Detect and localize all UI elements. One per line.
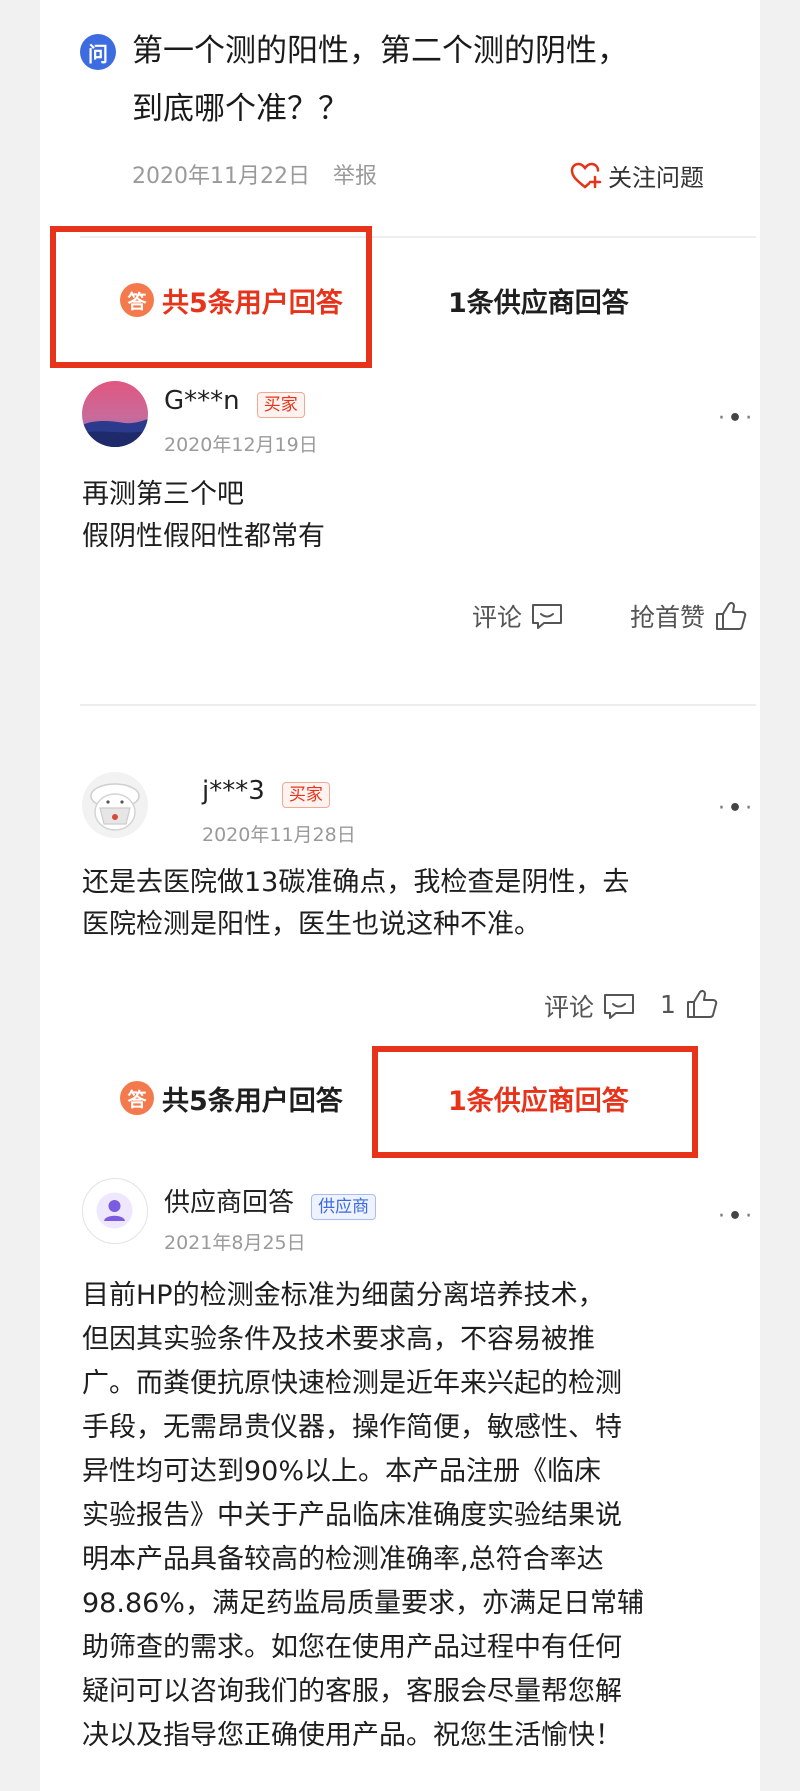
question-meta: 2020年11月22日 举报: [132, 158, 377, 190]
question-date: 2020年11月22日: [132, 164, 310, 189]
answer-line: 医院检测是阳性，医生也说这种不准。: [82, 909, 541, 940]
answer-body: 还是去医院做13碳准确点，我检查是阴性，去 医院检测是阳性，医生也说这种不准。: [82, 862, 732, 946]
thumbs-up-icon: [686, 989, 718, 1018]
masked-face-avatar-icon: [82, 772, 148, 838]
divider: [80, 704, 756, 706]
tab-supplier-answers-label: 1条供应商回答: [448, 287, 629, 319]
avatar[interactable]: [82, 381, 148, 447]
supplier-answer-body: 目前HP的检测金标准为细菌分离培养技术， 但因其实验条件及技术要求高，不容易被推…: [82, 1274, 742, 1758]
user-name[interactable]: j***3: [202, 776, 265, 806]
supplier-line: 异性均可达到90%以上。本产品注册《临床: [82, 1456, 602, 1487]
supplier-line: 决以及指导您正确使用产品。祝您生活愉快！: [82, 1720, 622, 1751]
highlight-box-user-answers: [50, 226, 372, 368]
supplier-line: 目前HP的检测金标准为细菌分离培养技术，: [82, 1280, 605, 1311]
supplier-line: 98.86%，满足药监局质量要求，亦满足日常辅: [82, 1588, 644, 1619]
more-options-icon[interactable]: ·•·: [718, 796, 755, 821]
question-title-line1: 第一个测的阳性，第二个测的阴性，: [132, 33, 628, 69]
supplier-line: 实验报告》中关于产品临床准确度实验结果说: [82, 1500, 622, 1531]
comment-label: 评论: [544, 993, 595, 1022]
supplier-line: 但因其实验条件及技术要求高，不容易被推: [82, 1324, 595, 1355]
supplier-name[interactable]: 供应商回答: [164, 1188, 294, 1218]
answer-date: 2020年11月28日: [202, 824, 356, 846]
like-button[interactable]: 1: [660, 988, 720, 1020]
highlight-box-supplier-answers: [372, 1046, 698, 1158]
supplier-line: 广。而粪便抗原快速检测是近年来兴起的检测: [82, 1368, 622, 1399]
follow-question-button[interactable]: 关注问题: [570, 158, 704, 193]
like-count: 1: [660, 989, 676, 1019]
answer-user-row: G***n 买家: [164, 386, 305, 418]
answer-date: 2020年12月19日: [164, 434, 318, 456]
supplier-name-row: 供应商回答 供应商: [164, 1182, 377, 1220]
supplier-tag: 供应商: [311, 1193, 377, 1220]
report-link[interactable]: 举报: [333, 164, 377, 189]
person-icon: [96, 1192, 133, 1229]
question-title-line2: 到底哪个准？？: [132, 91, 349, 127]
comment-button[interactable]: 评论: [472, 598, 564, 634]
tab-user-answers[interactable]: 答 共5条用户回答: [120, 1068, 343, 1128]
answer-line: 还是去医院做13碳准确点，我检查是阴性，去: [82, 867, 630, 898]
answer-line: 再测第三个吧: [82, 479, 244, 510]
thumbs-up-icon: [716, 601, 747, 630]
comment-button[interactable]: 评论: [544, 988, 636, 1024]
heart-plus-icon: [570, 162, 602, 188]
question-title: 第一个测的阳性，第二个测的阴性， 到底哪个准？？: [132, 22, 742, 138]
buyer-tag: 买家: [256, 391, 305, 418]
answer-badge-icon: 答: [120, 1081, 154, 1115]
like-button[interactable]: 抢首赞: [630, 598, 749, 634]
question-icon: 问: [80, 34, 116, 70]
comment-icon: [604, 994, 635, 1019]
qa-page: 问 第一个测的阳性，第二个测的阴性， 到底哪个准？？ 2020年11月22日 举…: [40, 0, 760, 1791]
like-label: 抢首赞: [630, 603, 706, 632]
supplier-line: 明本产品具备较高的检测准确率,总符合率达: [82, 1544, 604, 1575]
comment-label: 评论: [472, 603, 523, 632]
supplier-avatar[interactable]: [82, 1178, 148, 1244]
answer-body: 再测第三个吧 假阴性假阳性都常有: [82, 474, 732, 558]
buyer-tag: 买家: [281, 781, 330, 808]
answer-line: 假阴性假阳性都常有: [82, 521, 325, 552]
tab-supplier-answers[interactable]: 1条供应商回答: [448, 270, 629, 330]
supplier-line: 助筛查的需求。如您在使用产品过程中有任何: [82, 1632, 622, 1663]
more-options-icon[interactable]: ·•·: [718, 406, 755, 431]
supplier-line: 手段，无需昂贵仪器，操作简便，敏感性、特: [82, 1412, 622, 1443]
answer-user-row: j***3 买家: [202, 776, 330, 808]
tab-user-answers-label: 共5条用户回答: [162, 1085, 343, 1117]
user-name[interactable]: G***n: [164, 386, 240, 416]
more-options-icon[interactable]: ·•·: [718, 1204, 755, 1229]
follow-label: 关注问题: [608, 164, 704, 192]
sunset-avatar-icon: [82, 381, 148, 447]
supplier-line: 疑问可以咨询我们的客服，客服会尽量帮您解: [82, 1676, 622, 1707]
supplier-answer-date: 2021年8月25日: [164, 1232, 306, 1254]
avatar[interactable]: [82, 772, 148, 838]
comment-icon: [532, 604, 563, 629]
